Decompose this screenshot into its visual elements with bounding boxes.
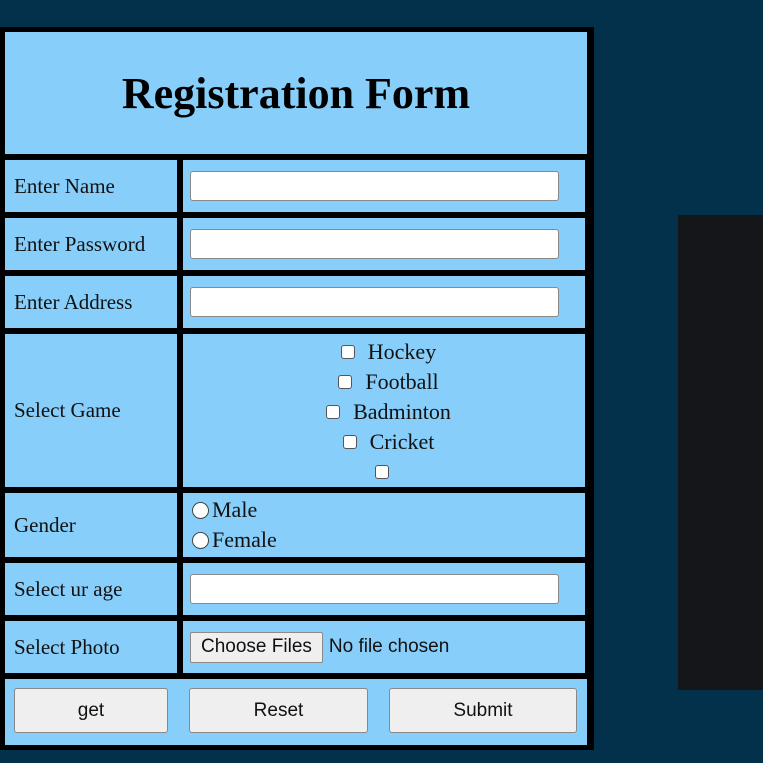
form-title: Registration Form: [121, 68, 471, 118]
buttons-cell: get Reset Submit: [5, 679, 587, 745]
title-cell: Registration Form: [5, 32, 587, 154]
gender-option-label: Male: [212, 497, 258, 522]
game-option-hockey[interactable]: Hockey: [339, 337, 436, 367]
file-status: No file chosen: [328, 636, 450, 657]
name-cell: [183, 160, 585, 212]
photo-cell: Choose Files No file chosen: [183, 621, 585, 673]
football-checkbox[interactable]: [338, 375, 353, 389]
gender-row: Gender Male Female: [5, 493, 594, 557]
name-label: Enter Name: [5, 160, 177, 212]
age-input[interactable]: [190, 574, 559, 604]
name-input[interactable]: [190, 171, 559, 201]
address-label: Enter Address: [5, 276, 177, 328]
reset-button[interactable]: Reset: [189, 688, 368, 733]
game-option-label: Hockey: [367, 339, 437, 364]
choose-files-button[interactable]: Choose Files: [190, 631, 323, 663]
unlabeled-checkbox[interactable]: [375, 465, 389, 479]
game-options: Hockey Football Badminton Cricket: [183, 334, 585, 487]
male-radio[interactable]: [192, 501, 209, 519]
buttons-row: get Reset Submit: [5, 679, 594, 745]
get-button[interactable]: get: [14, 688, 168, 733]
game-label: Select Game: [5, 334, 177, 487]
game-option-football[interactable]: Football: [336, 367, 439, 397]
game-option-unlabeled[interactable]: [373, 457, 402, 487]
game-option-badminton[interactable]: Badminton: [324, 397, 451, 427]
age-row: Select ur age: [5, 563, 594, 615]
badminton-checkbox[interactable]: [326, 405, 341, 419]
password-label: Enter Password: [5, 218, 177, 270]
gender-option-female[interactable]: Female: [190, 525, 277, 555]
name-row: Enter Name: [5, 160, 594, 212]
address-cell: [183, 276, 585, 328]
registration-form: Registration Form Enter Name Enter Passw…: [0, 27, 594, 750]
address-input[interactable]: [190, 287, 559, 317]
submit-button[interactable]: Submit: [389, 688, 577, 733]
game-option-cricket[interactable]: Cricket: [341, 427, 435, 457]
address-row: Enter Address: [5, 276, 594, 328]
game-option-label: Badminton: [353, 399, 451, 424]
gender-label: Gender: [5, 493, 177, 557]
photo-label: Select Photo: [5, 621, 177, 673]
game-option-label: Cricket: [369, 429, 435, 454]
female-radio[interactable]: [192, 531, 209, 549]
photo-row: Select Photo Choose Files No file chosen: [5, 621, 594, 673]
cricket-checkbox[interactable]: [342, 435, 357, 449]
password-input[interactable]: [190, 229, 559, 259]
age-cell: [183, 563, 585, 615]
gender-option-label: Female: [212, 527, 277, 552]
background-image-panel: [678, 215, 763, 690]
password-row: Enter Password: [5, 218, 594, 270]
game-option-label: Football: [365, 369, 439, 394]
title-row: Registration Form: [5, 32, 594, 154]
password-cell: [183, 218, 585, 270]
hockey-checkbox[interactable]: [340, 345, 355, 359]
age-label: Select ur age: [5, 563, 177, 615]
gender-options: Male Female: [183, 493, 585, 557]
gender-option-male[interactable]: Male: [190, 495, 257, 525]
game-row: Select Game Hockey Football Badminton Cr…: [5, 334, 594, 487]
